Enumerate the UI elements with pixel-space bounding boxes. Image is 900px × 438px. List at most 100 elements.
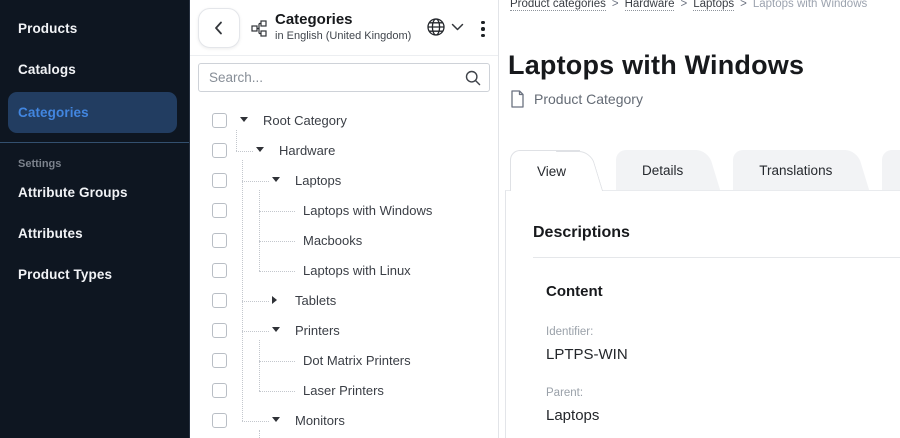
tree-node-label[interactable]: Laptops with Windows: [303, 203, 432, 218]
field-value-identifier: LPTPS-WIN: [546, 346, 900, 363]
page-subtitle-label: Product Category: [534, 91, 643, 107]
tab-translations[interactable]: Translations: [733, 150, 846, 190]
tree-checkbox-laptops[interactable]: [212, 173, 227, 188]
collapse-toggle-icon[interactable]: [256, 147, 264, 152]
tree-row-laptops-with-linux: Laptops with Linux: [190, 256, 499, 286]
tree-connector-line: [242, 331, 269, 332]
tree-row-macbooks: Macbooks: [190, 226, 499, 256]
tree-connector-line: [236, 130, 237, 151]
search-input[interactable]: [198, 63, 490, 92]
tree-connector-line: [236, 151, 253, 152]
tree-node-label[interactable]: Tablets: [295, 293, 336, 308]
page-title: Laptops with Windows: [508, 50, 804, 81]
breadcrumb-separator: >: [680, 0, 687, 10]
tree-checkbox-printers[interactable]: [212, 323, 227, 338]
tree-row-laptops-with-windows: Laptops with Windows: [190, 196, 499, 226]
expand-toggle-icon[interactable]: [272, 296, 277, 304]
sidebar-main-nav: ProductsCatalogsCategories: [0, 8, 189, 133]
tree-connector-line: [259, 211, 295, 212]
tree-checkbox-laser-printers[interactable]: [212, 383, 227, 398]
tree-node-label[interactable]: Laser Printers: [303, 383, 384, 398]
sidebar-item-catalogs[interactable]: Catalogs: [0, 49, 189, 90]
sidebar-item-attributes[interactable]: Attributes: [0, 213, 189, 254]
sidebar-item-product-types[interactable]: Product Types: [0, 254, 189, 295]
tree-connector-line: [242, 160, 243, 421]
page-subtitle: Product Category: [510, 90, 643, 108]
tree-checkbox-root-category[interactable]: [212, 113, 227, 128]
breadcrumb-link-laptops[interactable]: Laptops: [693, 0, 734, 11]
sidebar-section-label: Settings: [0, 143, 189, 172]
breadcrumb-link-product-categories[interactable]: Product categories: [510, 0, 606, 11]
breadcrumb-current: Laptops with Windows: [753, 0, 867, 10]
tree-row-monitors: Monitors: [190, 406, 499, 436]
collapse-toggle-icon[interactable]: [272, 177, 280, 182]
tree-row-laser-printers: Laser Printers: [190, 376, 499, 406]
field-value-parent: Laptops: [546, 407, 900, 424]
section-title: Descriptions: [533, 224, 900, 242]
tree-connector-line: [259, 340, 260, 391]
tree-connector-line: [259, 190, 260, 271]
tree-panel-title: Categories: [275, 11, 425, 29]
sidebar-item-attribute-groups[interactable]: Attribute Groups: [0, 172, 189, 213]
tree-connector-line: [242, 301, 269, 302]
tree-checkbox-monitors[interactable]: [212, 413, 227, 428]
app-root: ProductsCatalogsCategories Settings Attr…: [0, 0, 900, 438]
tree-checkbox-dot-matrix-printers[interactable]: [212, 353, 227, 368]
document-icon: [510, 90, 525, 108]
chevron-down-icon[interactable]: [451, 23, 464, 32]
tree-connector-line: [259, 271, 295, 272]
tree-panel-locale-subtitle: in English (United Kingdom): [275, 29, 425, 43]
tab-label: Details: [642, 163, 683, 178]
tree-connector-line: [242, 181, 269, 182]
tab-details[interactable]: Details: [616, 150, 697, 190]
tree-checkbox-tablets[interactable]: [212, 293, 227, 308]
tree-node-label[interactable]: Printers: [295, 323, 340, 338]
chevron-left-icon: [212, 19, 226, 37]
tree-panel-titles: Categories in English (United Kingdom): [275, 11, 425, 43]
tree-node-label[interactable]: Monitors: [295, 413, 345, 428]
breadcrumb-separator: >: [612, 0, 619, 10]
field-label-identifier: Identifier:: [546, 326, 900, 338]
tree-checkbox-macbooks[interactable]: [212, 233, 227, 248]
tree-node-label[interactable]: Laptops: [295, 173, 341, 188]
tree-connector-line: [259, 361, 295, 362]
breadcrumb-link-hardware[interactable]: Hardware: [625, 0, 675, 11]
tree-node-label[interactable]: Root Category: [263, 113, 347, 128]
sidebar-settings-nav: Attribute GroupsAttributesProduct Types: [0, 172, 189, 295]
tab-url[interactable]: URL: [882, 150, 900, 190]
breadcrumb-separator: >: [740, 0, 747, 10]
sidebar-item-categories[interactable]: Categories: [8, 92, 177, 133]
field-label-parent: Parent:: [546, 387, 900, 399]
category-tree: Root Category Hardware Laptops Laptops with…: [190, 106, 499, 438]
collapse-toggle-icon[interactable]: [240, 117, 248, 122]
tree-search: [198, 63, 490, 92]
tree-panel-header: Categories in English (United Kingdom): [190, 0, 498, 56]
tab-label: View: [537, 164, 566, 179]
tab-panel-view: Descriptions Content Identifier: LPTPS-WI…: [505, 190, 900, 438]
tree-node-label[interactable]: Laptops with Linux: [303, 263, 411, 278]
tree-checkbox-laptops-with-linux[interactable]: [212, 263, 227, 278]
tree-connector-line: [259, 430, 260, 438]
collapse-toggle-icon[interactable]: [272, 417, 280, 422]
tree-node-label[interactable]: Macbooks: [303, 233, 362, 248]
sidebar: ProductsCatalogsCategories Settings Attr…: [0, 0, 190, 438]
main-content: Product categories > Hardware > Laptops > Lapt…: [499, 0, 900, 438]
globe-icon[interactable]: [426, 17, 446, 37]
tab-view[interactable]: View: [510, 150, 580, 191]
content-block: Content Identifier: LPTPS-WIN Parent: Lapto…: [533, 258, 900, 424]
back-button[interactable]: [198, 8, 240, 48]
sidebar-item-products[interactable]: Products: [0, 8, 189, 49]
tree-checkbox-laptops-with-windows[interactable]: [212, 203, 227, 218]
tree-checkbox-hardware[interactable]: [212, 143, 227, 158]
collapse-toggle-icon[interactable]: [272, 327, 280, 332]
content-fields: Identifier: LPTPS-WIN Parent: Laptops: [546, 326, 900, 424]
tree-node-label[interactable]: Dot Matrix Printers: [303, 353, 411, 368]
kebab-menu-icon[interactable]: [477, 17, 489, 41]
tab-bar: View Details Translations URL: [510, 150, 900, 191]
tree-node-label[interactable]: Hardware: [279, 143, 335, 158]
content-heading: Content: [546, 283, 900, 300]
tab-label: Translations: [759, 163, 832, 178]
tree-connector-line: [259, 391, 295, 392]
tree-connector-line: [259, 241, 295, 242]
tree-row-printers: Printers: [190, 316, 499, 346]
